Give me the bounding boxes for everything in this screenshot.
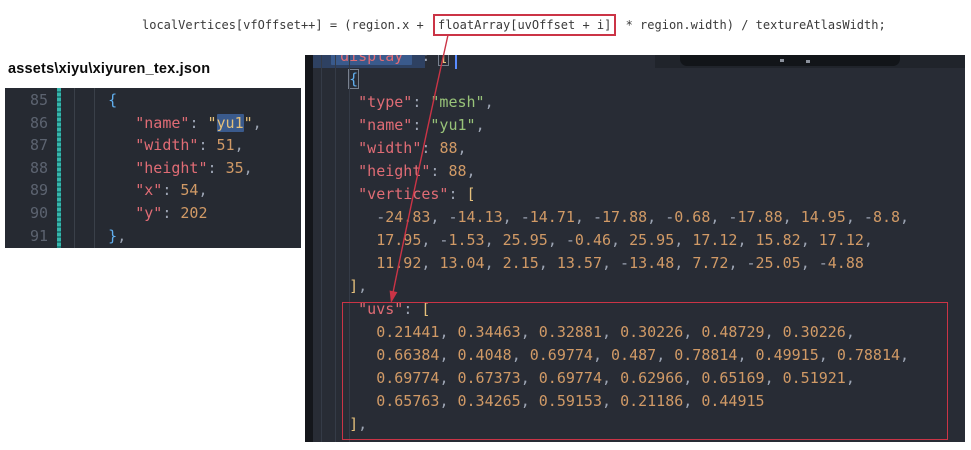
code-line: "height": 88, — [358, 162, 476, 180]
code-line: "vertices": [ — [358, 185, 476, 203]
code-text-segment: * region.width) / textureAtlasWidth; — [618, 18, 886, 32]
json-snippet-panel[interactable]: 85 {86 "name": "yu1", 87 "width": 51, 88 "… — [5, 88, 301, 248]
code-line: 85 { — [5, 89, 301, 112]
code-line: { — [348, 69, 360, 89]
indent-guide — [94, 88, 95, 248]
line-number: 90 — [29, 203, 48, 222]
code-line: 17.95, -1.53, 25.95, -0.46, 25.95, 17.12… — [376, 231, 873, 249]
code-line: 0.69774, 0.67373, 0.69774, 0.62966, 0.65… — [376, 369, 855, 387]
code-line: "uvs": [ — [358, 300, 431, 318]
code-line: 0.65763, 0.34265, 0.59153, 0.21186, 0.44… — [376, 392, 765, 410]
editor-gutter — [305, 55, 313, 442]
code-line: ], — [349, 277, 368, 295]
line-number: 89 — [29, 181, 48, 200]
annotated-code-line: localVertices[vfOffset++] = (region.x + … — [142, 12, 886, 38]
code-lines: 85 {86 "name": "yu1", 87 "width": 51, 88 "… — [5, 89, 301, 247]
text-cursor — [455, 55, 457, 69]
highlighted-code-box: floatArray[uvOffset + i] — [432, 14, 617, 36]
find-widget-cutoff[interactable] — [655, 55, 965, 68]
find-widget-glyph — [806, 60, 810, 63]
code-text-segment: localVertices[vfOffset++] = (region.x + — [142, 18, 431, 32]
line-number: 91 — [29, 226, 48, 245]
code-line: "width": 88, — [358, 139, 467, 157]
code-line: 0.66384, 0.4048, 0.69774, 0.487, 0.78814… — [376, 346, 910, 364]
indent-guide — [321, 55, 322, 442]
code-line: ], — [349, 415, 368, 433]
line-number: 87 — [29, 136, 48, 155]
line-number: 85 — [29, 91, 48, 109]
line-number: 86 — [29, 113, 48, 132]
code-line: 11.92, 13.04, 2.15, 13.57, -13.48, 7.72,… — [376, 254, 864, 272]
code-line: 91 }, — [5, 225, 301, 248]
code-lines: "display" : [ { "type": "mesh", "name": … — [313, 55, 965, 436]
indent-guide — [349, 55, 350, 442]
indent-guide — [335, 55, 336, 442]
line-number: 88 — [29, 158, 48, 177]
code-line: 0.21441, 0.34463, 0.32881, 0.30226, 0.48… — [376, 323, 855, 341]
code-line: "name": "yu1", — [358, 116, 485, 134]
code-line: 90 "y": 202 — [5, 202, 301, 225]
code-line: -24.83, -14.13, -14.71, -17.88, -0.68, -… — [313, 208, 910, 226]
find-widget-glyph — [780, 59, 784, 62]
editor-panel[interactable]: "display" : [ { "type": "mesh", "name": … — [305, 55, 965, 442]
indent-guide — [74, 88, 75, 248]
code-line: 89 "x": 54, — [5, 179, 301, 202]
find-input[interactable] — [680, 55, 900, 66]
file-path-label: assets\xiyu\xiyuren_tex.json — [8, 61, 211, 77]
code-line: 87 "width": 51, — [5, 134, 301, 157]
gutter-modified-marker — [57, 88, 61, 248]
code-line: 86 "name": "yu1", — [5, 112, 301, 135]
code-line: "type": "mesh", — [358, 93, 494, 111]
code-line: 88 "height": 35, — [5, 157, 301, 180]
